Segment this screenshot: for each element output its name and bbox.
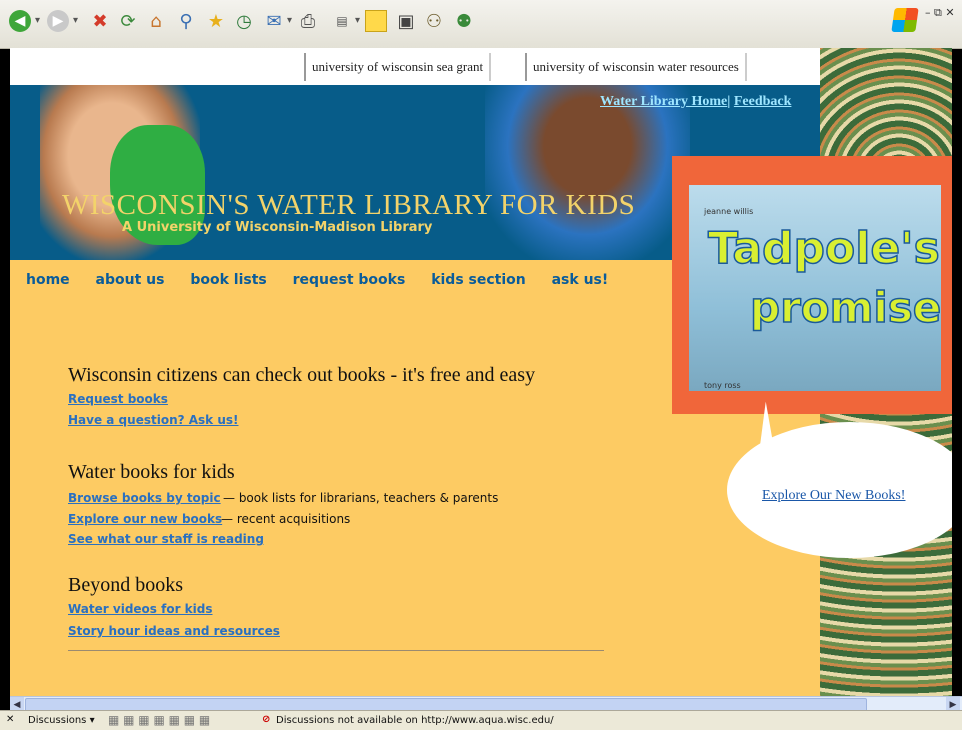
mail-icon[interactable]: ✉ (262, 9, 286, 33)
scroll-right-icon[interactable]: ▶ (946, 697, 960, 711)
staff-reading-link[interactable]: See what our staff is reading (68, 532, 264, 546)
web-page: university of wisconsin sea grant univer… (10, 48, 952, 696)
browse-by-topic-link[interactable]: Browse books by topic (68, 491, 221, 505)
header-links-bar: university of wisconsin sea grant univer… (10, 48, 820, 85)
back-icon[interactable]: ◀ (8, 9, 32, 33)
explore-new-books-link[interactable]: Explore Our New Books! (762, 488, 905, 504)
history-icon[interactable]: ◷ (232, 9, 256, 33)
water-videos-link[interactable]: Water videos for kids (68, 602, 213, 616)
mail-dropdown-icon[interactable]: ▾ (287, 15, 292, 26)
section-heading-checkout: Wisconsin citizens can check out books -… (68, 364, 536, 386)
book-illustrator: tony ross (704, 381, 741, 390)
refresh-icon[interactable]: ⟳ (116, 9, 140, 33)
story-hour-link[interactable]: Story hour ideas and resources (68, 624, 280, 638)
note-icon[interactable] (364, 9, 388, 33)
forward-dropdown-icon[interactable]: ▾ (73, 15, 78, 26)
home-icon[interactable]: ⌂ (144, 9, 168, 33)
boy-photo (485, 85, 690, 260)
request-books-link[interactable]: Request books (68, 392, 168, 406)
divider (68, 650, 604, 651)
nav-home[interactable]: home (26, 272, 70, 288)
windows-logo-icon (891, 8, 919, 32)
nav-kids-section[interactable]: kids section (431, 272, 526, 288)
print-icon[interactable]: ⎙ (296, 9, 320, 33)
back-dropdown-icon[interactable]: ▾ (35, 15, 40, 26)
not-available-icon: ⊘ (262, 714, 271, 725)
banner-subtitle: A University of Wisconsin-Madison Librar… (122, 220, 433, 235)
nav-ask-us[interactable]: ask us! (552, 272, 609, 288)
link-separator: | (727, 94, 731, 109)
nav-book-lists[interactable]: book lists (190, 272, 266, 288)
utility-links: Water Library Home| Feedback (600, 94, 791, 110)
discussions-bar: ✕ Discussions ▾ ▦ ▦ ▦ ▦ ▦ ▦ ▦ ⊘ Discussi… (0, 710, 962, 730)
window-controls[interactable]: – ⧉ ✕ (925, 6, 955, 20)
book-title-line-1: Tadpole's (707, 222, 940, 275)
nav-about-us[interactable]: about us (96, 272, 165, 288)
stop-icon[interactable]: ✖ (88, 9, 112, 33)
edit-dropdown-icon[interactable]: ▾ (355, 15, 360, 26)
forward-icon[interactable]: ▶ (46, 9, 70, 33)
main-nav: home about us book lists request books k… (26, 272, 629, 288)
section-heading-water-books: Water books for kids (68, 461, 235, 483)
water-resources-link[interactable]: university of wisconsin water resources (525, 53, 747, 81)
discussions-status-message: Discussions not available on http://www.… (276, 715, 554, 726)
browse-by-topic-desc: — book lists for librarians, teachers & … (223, 491, 499, 505)
edit-icon[interactable]: ▤ (330, 9, 354, 33)
section-heading-beyond-books: Beyond books (68, 574, 183, 596)
explore-new-books-text-link[interactable]: Explore our new books (68, 512, 222, 526)
horizontal-scrollbar[interactable]: ◀ ▶ (10, 696, 962, 712)
ask-question-link[interactable]: Have a question? Ask us! (68, 413, 239, 427)
feedback-link[interactable]: Feedback (734, 94, 792, 109)
banner-title: WISCONSIN'S WATER LIBRARY FOR KIDS (62, 189, 636, 221)
search-icon[interactable]: ⚲ (174, 9, 198, 33)
browser-toolbar: ◀ ▾ ▶ ▾ ✖ ⟳ ⌂ ⚲ ★ ◷ ✉ ▾ ⎙ ▤ ▾ ▣ ⚇ ⚉ – ⧉ … (0, 0, 962, 49)
explore-new-books-desc: — recent acquisitions (221, 512, 351, 526)
sea-grant-link[interactable]: university of wisconsin sea grant (304, 53, 492, 81)
book-author: jeanne willis (704, 207, 754, 216)
favorites-icon[interactable]: ★ (204, 9, 228, 33)
discussion-tools-icons: ▦ ▦ ▦ ▦ ▦ ▦ ▦ (108, 713, 211, 727)
discussions-menu[interactable]: Discussions ▾ (28, 715, 95, 726)
water-library-home-link[interactable]: Water Library Home (600, 94, 727, 109)
messenger-icon[interactable]: ⚇ (422, 9, 446, 33)
contacts-icon[interactable]: ⚉ (452, 9, 476, 33)
book-title-line-2: promise (749, 282, 942, 333)
research-icon[interactable]: ▣ (394, 9, 418, 33)
close-discussions-icon[interactable]: ✕ (6, 714, 14, 725)
scroll-left-icon[interactable]: ◀ (10, 697, 24, 711)
nav-request-books[interactable]: request books (293, 272, 406, 288)
